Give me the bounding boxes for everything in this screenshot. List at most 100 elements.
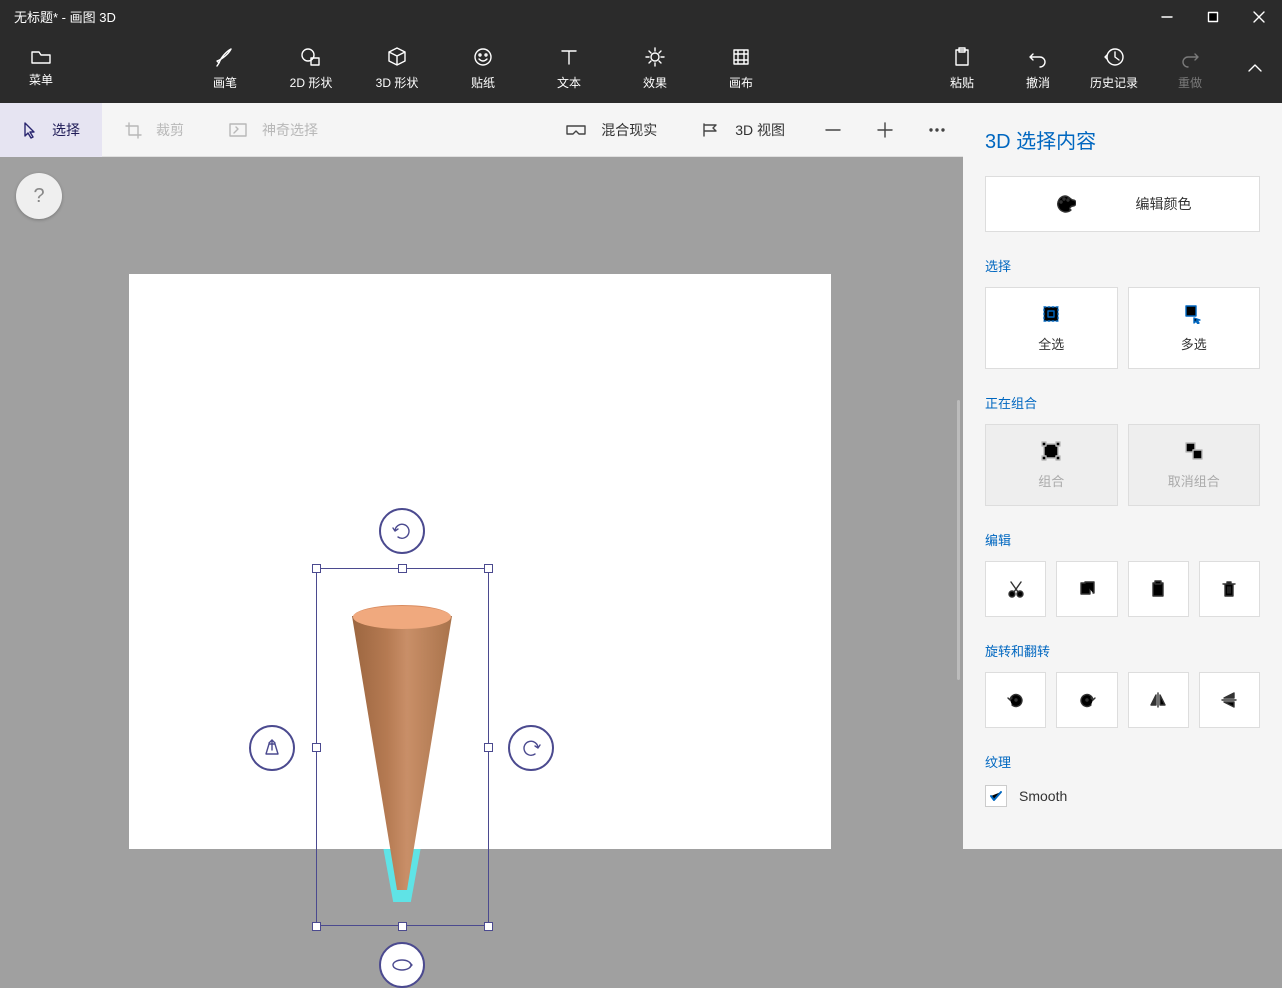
rotate-z-handle[interactable] xyxy=(379,508,425,554)
history-icon xyxy=(1103,46,1125,68)
clipboard-icon xyxy=(1149,580,1167,598)
cursor-icon xyxy=(22,121,38,139)
copy-button[interactable] xyxy=(1056,561,1117,617)
resize-handle-s[interactable] xyxy=(398,922,407,931)
rotate-ccw-button[interactable] xyxy=(985,672,1046,728)
mr-label: 混合现实 xyxy=(601,120,657,140)
rotate-y-icon xyxy=(519,736,543,760)
maximize-button[interactable] xyxy=(1190,0,1236,33)
group-button: 组合 xyxy=(985,424,1118,506)
rotate-z-icon xyxy=(390,519,414,543)
stickers-icon xyxy=(472,46,494,68)
rotate-ccw-icon xyxy=(1006,690,1026,710)
ribbon-toolbar: 菜单 画笔 2D 形状 3D 形状 贴纸 文本 效果 画布 xyxy=(0,33,1282,103)
undo-button[interactable]: 撤消 xyxy=(1000,33,1076,103)
selection-box[interactable] xyxy=(316,568,489,926)
3d-view-button[interactable]: 3D 视图 xyxy=(679,103,807,157)
folder-icon xyxy=(30,49,52,65)
shapes-3d-icon xyxy=(386,46,408,68)
flip-horizontal-button[interactable] xyxy=(1128,672,1189,728)
multi-select-button[interactable]: 多选 xyxy=(1128,287,1261,369)
tool-3d-label: 3D 形状 xyxy=(376,74,419,91)
paste-icon xyxy=(951,46,973,68)
tool-text-label: 文本 xyxy=(557,74,581,91)
workspace[interactable]: ? xyxy=(0,157,963,849)
tool-2d-shapes[interactable]: 2D 形状 xyxy=(268,33,354,103)
effects-icon xyxy=(644,46,666,68)
resize-handle-w[interactable] xyxy=(312,743,321,752)
flip-h-icon xyxy=(1148,690,1168,710)
tool-2d-label: 2D 形状 xyxy=(290,74,333,91)
chevron-up-icon xyxy=(1247,63,1263,73)
flip-vertical-button[interactable] xyxy=(1199,672,1260,728)
paste-panel-button[interactable] xyxy=(1128,561,1189,617)
title-bar: 无标题* - 画图 3D xyxy=(0,0,1282,33)
tool-text[interactable]: 文本 xyxy=(526,33,612,103)
flip-v-icon xyxy=(1219,690,1239,710)
copy-icon xyxy=(1078,580,1096,598)
resize-handle-nw[interactable] xyxy=(312,564,321,573)
resize-handle-se[interactable] xyxy=(484,922,493,931)
select-all-button[interactable]: 全选 xyxy=(985,287,1118,369)
select-mode-button[interactable]: 选择 xyxy=(0,103,102,157)
check-icon xyxy=(989,790,1003,802)
smooth-label: Smooth xyxy=(1019,788,1067,804)
close-button[interactable] xyxy=(1236,0,1282,33)
multi-select-label: 多选 xyxy=(1181,334,1207,353)
ungroup-button: 取消组合 xyxy=(1128,424,1261,506)
cut-icon xyxy=(1007,580,1025,598)
resize-handle-n[interactable] xyxy=(398,564,407,573)
panel-scrollbar[interactable] xyxy=(957,400,960,680)
tool-effects-label: 效果 xyxy=(643,74,667,91)
undo-label: 撤消 xyxy=(1026,74,1050,91)
mixed-reality-button[interactable]: 混合现实 xyxy=(543,103,679,157)
group-icon xyxy=(1041,441,1061,461)
more-button[interactable] xyxy=(911,103,963,157)
tool-effects[interactable]: 效果 xyxy=(612,33,698,103)
ungroup-label: 取消组合 xyxy=(1168,471,1220,490)
tool-brush[interactable]: 画笔 xyxy=(182,33,268,103)
brush-icon xyxy=(214,46,236,68)
collapse-ribbon-button[interactable] xyxy=(1228,33,1282,103)
delete-button[interactable] xyxy=(1199,561,1260,617)
section-texture-label: 纹理 xyxy=(985,752,1260,771)
tool-stickers[interactable]: 贴纸 xyxy=(440,33,526,103)
paste-button[interactable]: 粘贴 xyxy=(924,33,1000,103)
rotate-x-handle[interactable] xyxy=(379,942,425,988)
palette-icon xyxy=(1054,193,1076,215)
cut-button[interactable] xyxy=(985,561,1046,617)
section-edit-label: 编辑 xyxy=(985,530,1260,549)
zoom-out-button[interactable] xyxy=(807,103,859,157)
canvas-icon xyxy=(730,46,752,68)
group-label: 组合 xyxy=(1038,471,1064,490)
select-label: 选择 xyxy=(52,120,80,140)
rotate-cw-icon xyxy=(1077,690,1097,710)
tool-canvas-label: 画布 xyxy=(729,74,753,91)
ungroup-icon xyxy=(1184,441,1204,461)
rotate-y-handle[interactable] xyxy=(508,725,554,771)
history-button[interactable]: 历史记录 xyxy=(1076,33,1152,103)
depth-handle[interactable] xyxy=(249,725,295,771)
resize-handle-e[interactable] xyxy=(484,743,493,752)
properties-panel: 3D 选择内容 编辑颜色 选择 全选 多选 正在组合 组合 取消 xyxy=(963,103,1282,849)
edit-color-button[interactable]: 编辑颜色 xyxy=(985,176,1260,232)
window-title: 无标题* - 画图 3D xyxy=(14,7,1144,26)
rotate-cw-button[interactable] xyxy=(1056,672,1117,728)
resize-handle-ne[interactable] xyxy=(484,564,493,573)
redo-button: 重做 xyxy=(1152,33,1228,103)
flag-icon xyxy=(701,122,721,138)
paste-label: 粘贴 xyxy=(950,74,974,91)
depth-icon xyxy=(260,736,284,760)
zoom-in-button[interactable] xyxy=(859,103,911,157)
section-group-label: 正在组合 xyxy=(985,393,1260,412)
crop-label: 裁剪 xyxy=(156,120,184,140)
tool-3d-shapes[interactable]: 3D 形状 xyxy=(354,33,440,103)
menu-label: 菜单 xyxy=(29,71,53,88)
smooth-checkbox[interactable] xyxy=(985,785,1007,807)
tool-canvas[interactable]: 画布 xyxy=(698,33,784,103)
menu-button[interactable]: 菜单 xyxy=(0,33,82,103)
resize-handle-sw[interactable] xyxy=(312,922,321,931)
mr-icon xyxy=(565,123,587,137)
minimize-button[interactable] xyxy=(1144,0,1190,33)
section-rotate-label: 旋转和翻转 xyxy=(985,641,1260,660)
